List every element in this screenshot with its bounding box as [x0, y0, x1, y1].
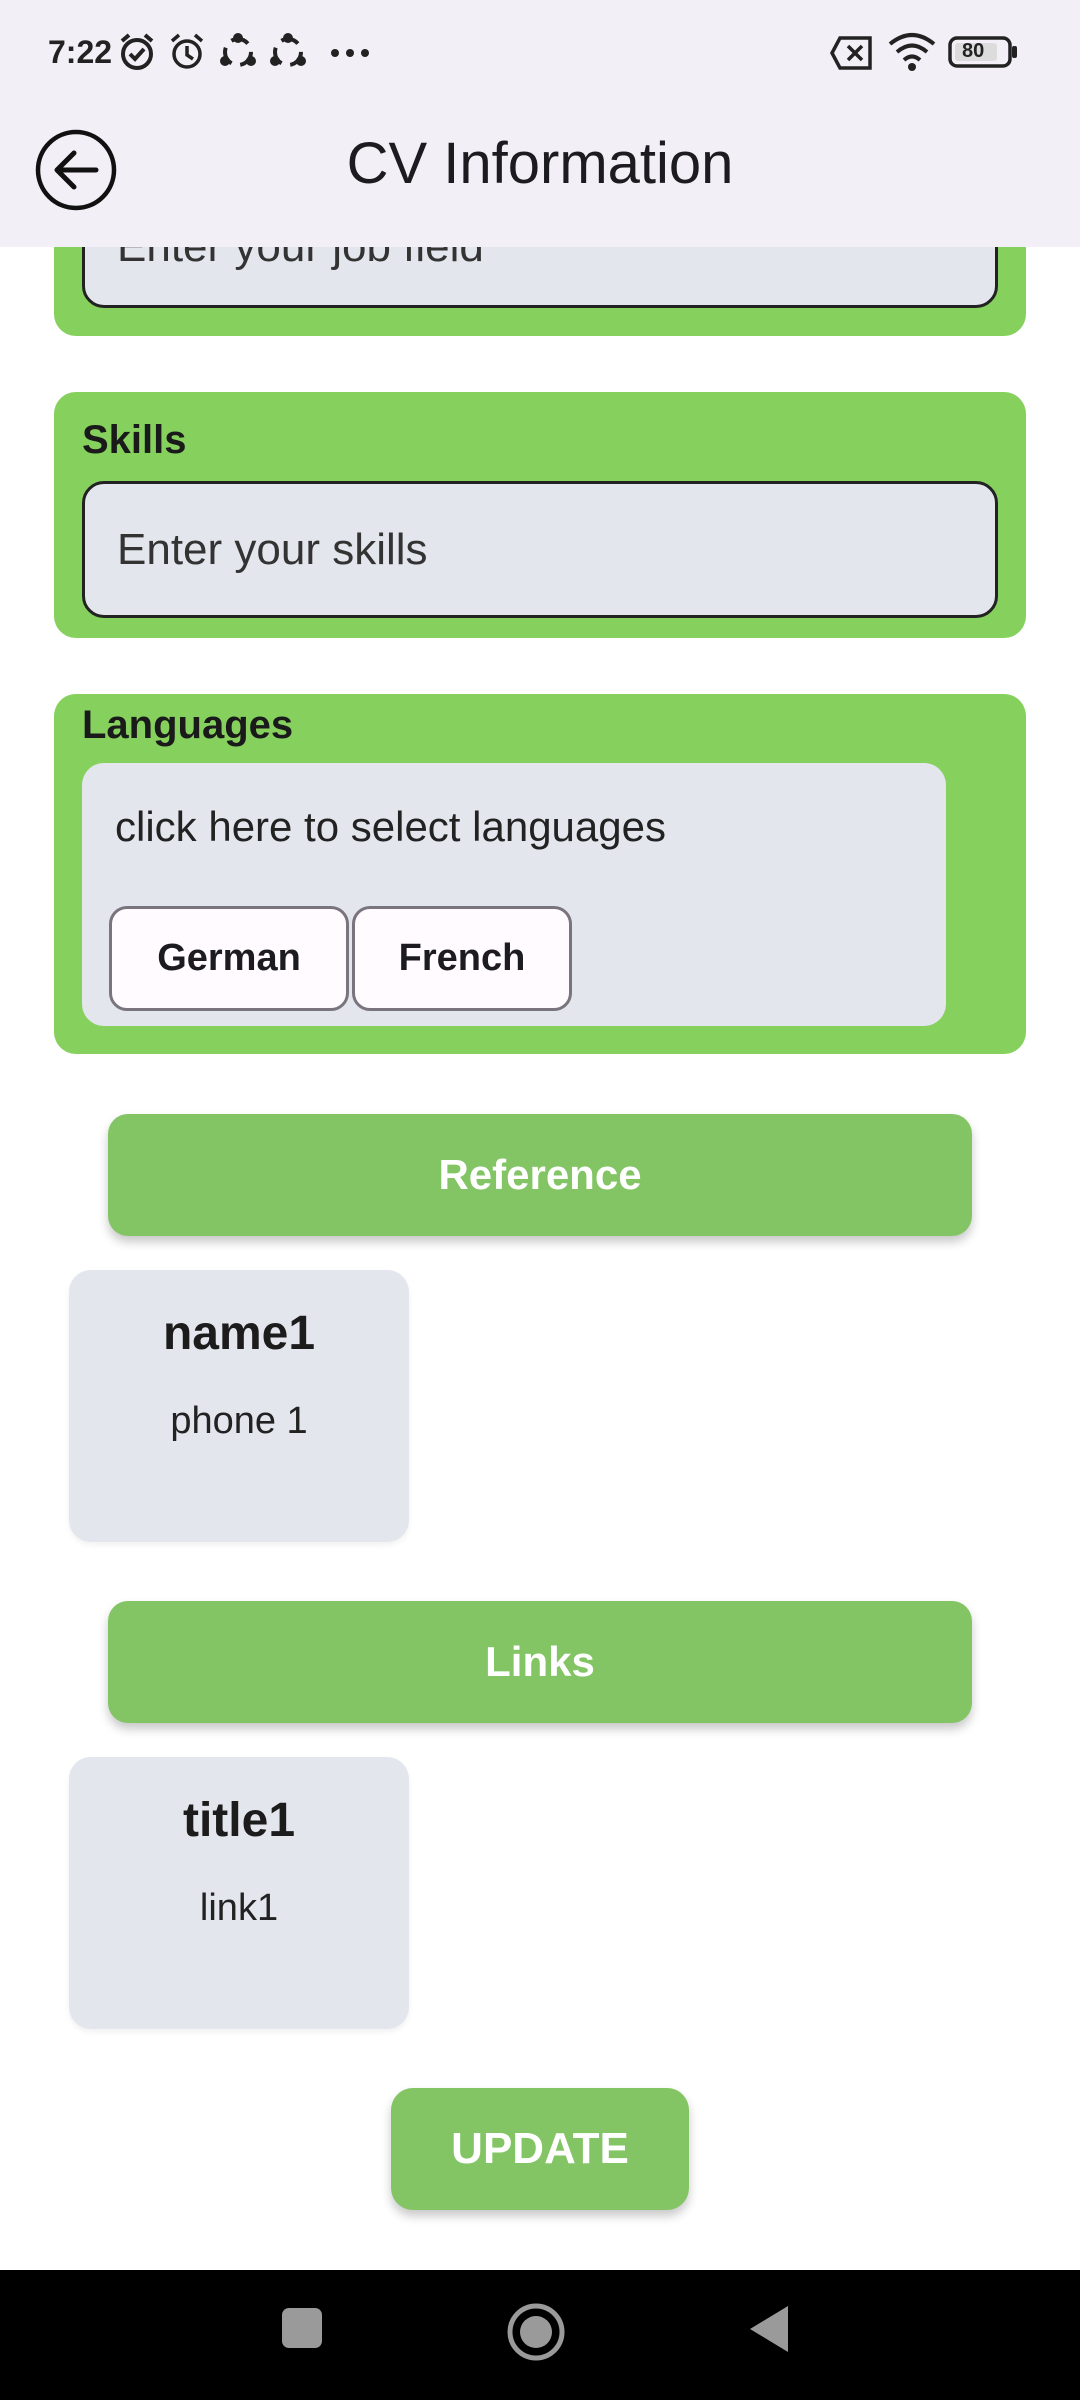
home-icon[interactable]	[506, 2302, 566, 2362]
battery-level: 80	[962, 40, 985, 62]
skills-label: Skills	[82, 418, 187, 462]
system-nav-bar	[0, 2270, 1080, 2400]
recents-icon[interactable]	[280, 2306, 324, 2350]
alarm-icon	[120, 33, 154, 70]
links-button-label: Links	[485, 1638, 595, 1685]
sim-off-icon	[830, 36, 872, 70]
link-item[interactable]: title1 link1	[69, 1757, 409, 2029]
page-title: CV Information	[346, 131, 734, 196]
language-chip-french[interactable]: French	[352, 906, 572, 1011]
languages-label: Languages	[82, 703, 294, 747]
sync-icon	[270, 33, 306, 67]
skills-placeholder: Enter your skills	[117, 524, 428, 574]
top-bar: 7:22 80 CV Information	[0, 0, 1080, 247]
skills-input[interactable]: Enter your skills	[82, 481, 998, 618]
skills-card: Skills Enter your skills	[54, 392, 1026, 638]
more-icon	[331, 49, 369, 57]
reference-phone: phone 1	[170, 1400, 308, 1442]
wifi-icon	[888, 33, 936, 71]
language-chip-label: German	[157, 937, 301, 979]
reference-item[interactable]: name1 phone 1	[69, 1270, 409, 1542]
status-bar: 7:22 80	[0, 0, 1080, 104]
alarm-icon	[170, 33, 204, 69]
reference-button-label: Reference	[438, 1151, 642, 1198]
update-button[interactable]: UPDATE	[391, 2088, 689, 2210]
status-time: 7:22	[48, 34, 113, 70]
languages-card: Languages click here to select languages…	[54, 694, 1026, 1054]
sync-icon	[220, 33, 256, 67]
back-triangle-icon[interactable]	[748, 2304, 790, 2354]
reference-button[interactable]: Reference	[108, 1114, 972, 1236]
language-selector-prompt: click here to select languages	[115, 803, 666, 850]
language-chip-label: French	[398, 937, 526, 979]
reference-name: name1	[162, 1307, 316, 1360]
language-chip-german[interactable]: German	[109, 906, 349, 1011]
link-url: link1	[199, 1887, 279, 1929]
language-selector[interactable]: click here to select languages German Fr…	[82, 763, 946, 1026]
update-button-label: UPDATE	[451, 2124, 629, 2173]
link-title: title1	[182, 1794, 296, 1847]
links-button[interactable]: Links	[108, 1601, 972, 1723]
